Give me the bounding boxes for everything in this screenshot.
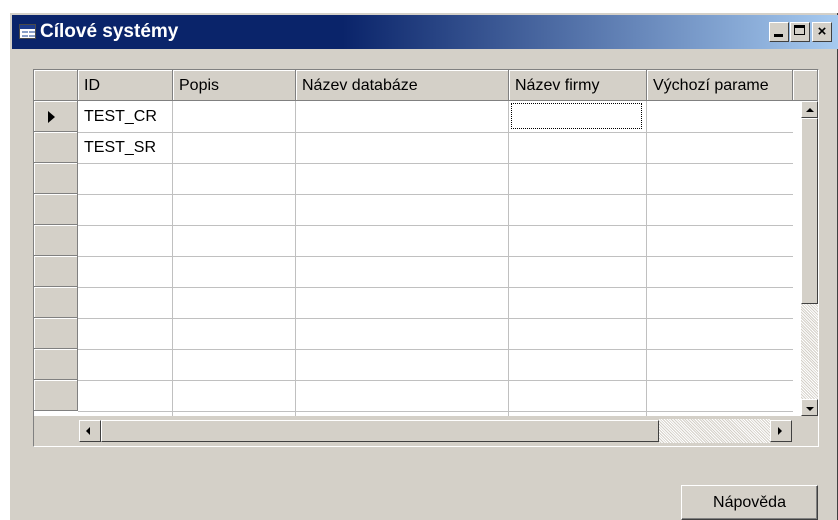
scrollbar-corner-right xyxy=(793,416,818,446)
row-selector[interactable] xyxy=(34,163,78,194)
scroll-down-button[interactable] xyxy=(801,399,818,416)
focused-cell-outline xyxy=(511,103,642,129)
row-selector[interactable] xyxy=(34,132,78,163)
scroll-right-button[interactable] xyxy=(770,420,792,442)
cell-vychozi-parametry[interactable] xyxy=(647,132,793,163)
target-systems-grid[interactable]: ID Popis Název databáze Název firmy Vých… xyxy=(33,69,819,447)
cell-popis[interactable] xyxy=(173,101,295,132)
horizontal-scrollbar[interactable] xyxy=(78,416,793,446)
cell-popis[interactable] xyxy=(173,132,295,163)
arrow-up-icon xyxy=(806,108,814,112)
horizontal-scroll-track[interactable] xyxy=(659,419,770,443)
cell-nazev-databaze[interactable] xyxy=(296,132,508,163)
minimize-icon xyxy=(774,34,783,37)
vertical-scroll-track[interactable] xyxy=(801,304,818,399)
row-selector[interactable] xyxy=(34,256,78,287)
arrow-right-icon xyxy=(778,427,782,435)
row-selector[interactable] xyxy=(34,287,78,318)
cell-nazev-firmy[interactable] xyxy=(509,132,646,163)
arrow-down-icon xyxy=(806,407,814,411)
arrow-left-icon xyxy=(86,427,90,435)
help-button[interactable]: Nápověda xyxy=(681,485,818,520)
minimize-button[interactable] xyxy=(769,22,789,42)
row-selector[interactable] xyxy=(34,101,78,132)
cell-nazev-databaze[interactable] xyxy=(296,101,508,132)
cell-id[interactable]: TEST_SR xyxy=(78,132,172,163)
title-bar[interactable]: Cílové systémy × xyxy=(12,15,838,49)
row-selector[interactable] xyxy=(34,349,78,380)
current-row-arrow-icon xyxy=(48,111,55,123)
row-selector[interactable] xyxy=(34,318,78,349)
cell-vychozi-parametry[interactable] xyxy=(647,101,793,132)
cell-id[interactable]: TEST_CR xyxy=(78,101,172,132)
horizontal-scroll-thumb[interactable] xyxy=(101,420,659,442)
dialog-window: Cílové systémy × ID Popis Název databáze… xyxy=(9,12,838,520)
vertical-scroll-thumb[interactable] xyxy=(801,118,818,304)
close-button[interactable]: × xyxy=(812,22,832,42)
close-icon: × xyxy=(817,23,827,40)
scrollbar-corner-left xyxy=(34,416,78,446)
vertical-scrollbar[interactable] xyxy=(801,101,818,416)
scroll-up-button[interactable] xyxy=(801,101,818,118)
maximize-icon xyxy=(794,25,805,35)
row-selector[interactable] xyxy=(34,380,78,411)
maximize-button[interactable] xyxy=(790,22,810,42)
row-selector[interactable] xyxy=(34,194,78,225)
scroll-left-button[interactable] xyxy=(79,420,101,442)
row-selector[interactable] xyxy=(34,225,78,256)
table-icon xyxy=(19,24,36,39)
window-title: Cílové systémy xyxy=(40,21,179,42)
